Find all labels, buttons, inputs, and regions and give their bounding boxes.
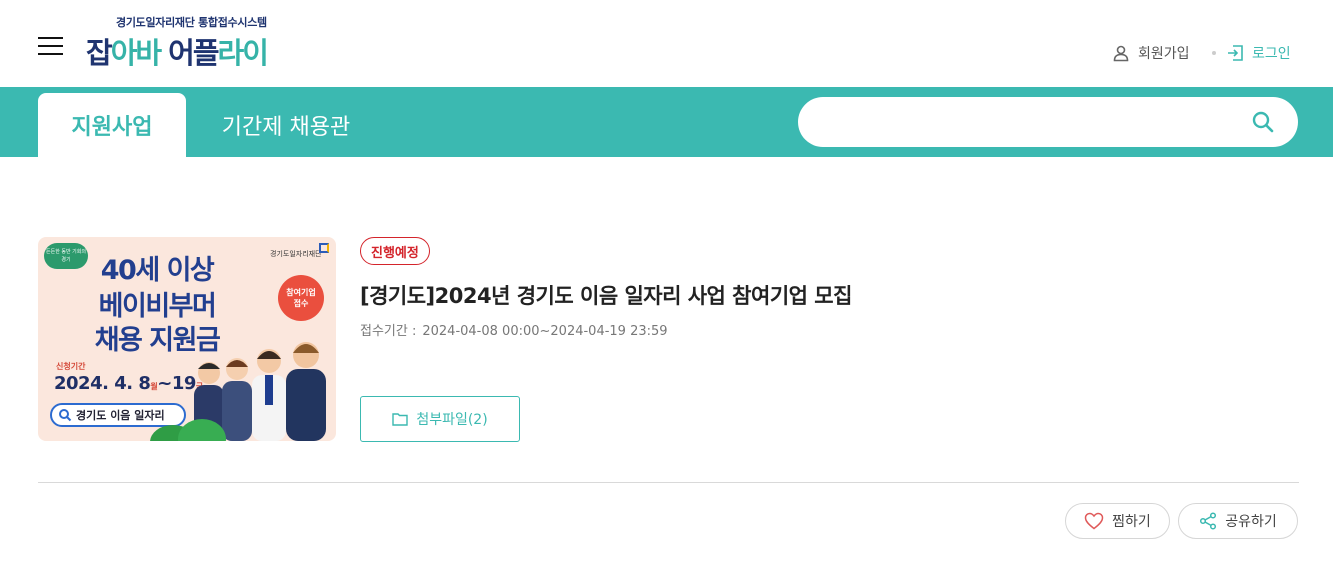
- thumbnail-org: 경기도일자리재단: [270, 250, 322, 258]
- thumbnail-title-line2: 베이비부머: [98, 291, 217, 322]
- search-icon[interactable]: [1250, 109, 1276, 135]
- share-button[interactable]: 공유하기: [1178, 503, 1298, 539]
- share-label: 공유하기: [1225, 514, 1277, 530]
- search-icon: [59, 409, 72, 422]
- thumbnail-period-label: 신청기간: [56, 362, 86, 371]
- post-title[interactable]: [경기도]2024년 경기도 이음 일자리 사업 참여기업 모집: [360, 280, 852, 310]
- period-label: 접수기간 :: [360, 324, 417, 339]
- login-link[interactable]: 로그인: [1226, 42, 1291, 64]
- join-label: 회원가입: [1138, 46, 1190, 62]
- logo-part-4: 라이: [217, 36, 269, 70]
- heart-icon: [1084, 512, 1104, 530]
- site-header: 경기도일자리재단 통합접수시스템 잡아바 어플라이 회원가입 로그인: [0, 0, 1333, 87]
- logo-part-1: 잡: [86, 36, 113, 70]
- date-main: 2024. 4. 8: [54, 373, 151, 394]
- logo-wordmark: 잡아바 어플라이: [86, 30, 269, 72]
- logo-part-3: 어플: [168, 36, 219, 70]
- application-period: 접수기간 : 2024-04-08 00:00~2024-04-19 23:59: [360, 320, 668, 339]
- circle-line2: 접수: [293, 299, 309, 308]
- period-value: 2024-04-08 00:00~2024-04-19 23:59: [422, 324, 668, 339]
- like-label: 찜하기: [1112, 514, 1151, 530]
- tab-temp-recruitment[interactable]: 기간제 채용관: [206, 93, 366, 157]
- login-icon: [1228, 45, 1243, 61]
- like-button[interactable]: 찜하기: [1065, 503, 1170, 539]
- org-logo-icon: [319, 243, 329, 253]
- thumbnail-search-text: 경기도 이음 일자리: [76, 409, 165, 422]
- util-separator: [1212, 51, 1216, 55]
- main-nav: 지원사업 기간제 채용관: [0, 87, 1333, 157]
- user-icon: [1113, 45, 1129, 62]
- thumbnail-title-line1: 40세 이상: [100, 255, 215, 286]
- join-link[interactable]: 회원가입: [1112, 42, 1190, 64]
- thumbnail-circle-badge: 참여기업 접수: [278, 275, 324, 321]
- hamburger-icon[interactable]: [38, 37, 63, 55]
- search-box: [798, 97, 1298, 147]
- logo-part-2: 아바: [110, 36, 162, 70]
- tab-support-programs[interactable]: 지원사업: [38, 93, 186, 157]
- content-divider: [38, 482, 1299, 483]
- thumbnail-search-pill: 경기도 이음 일자리: [50, 403, 186, 427]
- post-thumbnail[interactable]: 든든한 동반 기회의 경기 경기도일자리재단 40세 이상 베이비부머 채용 지…: [38, 237, 336, 441]
- status-badge: 진행예정: [360, 237, 430, 265]
- site-logo[interactable]: 경기도일자리재단 통합접수시스템 잡아바 어플라이: [86, 12, 316, 72]
- logo-subtitle: 경기도일자리재단 통합접수시스템: [116, 16, 267, 29]
- thumbnail-date: 2024. 4. 8월~19금: [54, 373, 203, 394]
- login-label: 로그인: [1252, 46, 1291, 62]
- folder-icon: [392, 413, 409, 426]
- attachments-label: 첨부파일(2): [416, 412, 488, 428]
- attachments-button[interactable]: 첨부파일(2): [360, 396, 520, 442]
- circle-line1: 참여기업: [286, 288, 316, 297]
- share-icon: [1200, 512, 1217, 530]
- search-input[interactable]: [820, 107, 1230, 137]
